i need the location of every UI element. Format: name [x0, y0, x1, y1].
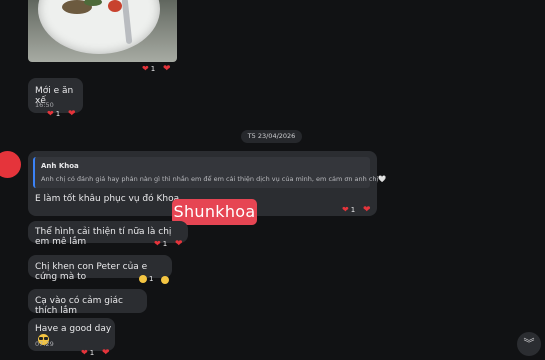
heart-icon: ❤ [142, 64, 149, 73]
heart-icon: ❤ [47, 109, 54, 118]
quote-author: Anh Khoa [41, 162, 79, 170]
date-divider: T5 23/04/2026 [241, 130, 302, 143]
add-reaction-heart-icon[interactable]: ❤ [363, 206, 371, 215]
reaction-badge[interactable]: ❤ 1 [142, 64, 159, 74]
add-reaction-heart-icon[interactable]: ❤ [175, 240, 183, 249]
heart-icon: ❤ [81, 348, 88, 357]
add-reaction-emoji-icon[interactable] [161, 276, 169, 284]
quote-text: Anh chị có đánh giá hay phản nàn gì thì … [41, 175, 387, 183]
watermark-label: Shunkhoa [172, 199, 257, 225]
message-bubble[interactable]: Cạ vào có cảm giác thích lắm [28, 289, 147, 316]
reaction-badge[interactable]: ❤ 1 [154, 239, 171, 249]
avatar[interactable] [0, 151, 21, 178]
reaction-badge[interactable]: ❤ 1 [81, 348, 98, 358]
chevrons-down-icon: ︾ [523, 337, 535, 350]
laughing-emoji-icon [139, 275, 147, 283]
add-reaction-heart-icon[interactable]: ❤ [68, 110, 76, 119]
message-time: 16:50 [35, 101, 54, 109]
chat-history[interactable]: ❤ 1 ❤ Mới e ăn xế 16:50 ❤ 1 ❤ T5 23/04/2… [0, 0, 545, 360]
scroll-to-bottom-button[interactable]: ︾ [517, 332, 541, 356]
heart-icon: ❤ [342, 205, 349, 214]
message-time: 07:29 [35, 340, 54, 348]
message-bubble[interactable]: Have a good day 07:29 [28, 318, 115, 351]
add-reaction-heart-icon[interactable]: ❤ [163, 65, 171, 74]
reaction-badge[interactable]: ❤ 1 [47, 109, 64, 119]
message-text: E làm tốt khâu phục vụ đó Khoa [35, 194, 180, 204]
photo-message[interactable] [28, 0, 177, 62]
heart-icon: ❤ [154, 239, 161, 248]
reaction-badge[interactable]: 1 [139, 275, 157, 283]
add-reaction-heart-icon[interactable]: ❤ [102, 349, 110, 358]
quoted-message[interactable]: Anh Khoa Anh chị có đánh giá hay phản nà… [33, 157, 386, 188]
message-text: Cạ vào có cảm giác thích lắm [35, 296, 123, 316]
reaction-badge[interactable]: ❤ 1 [342, 205, 359, 215]
message-bubble[interactable]: Mới e ăn xế 16:50 [28, 78, 83, 113]
